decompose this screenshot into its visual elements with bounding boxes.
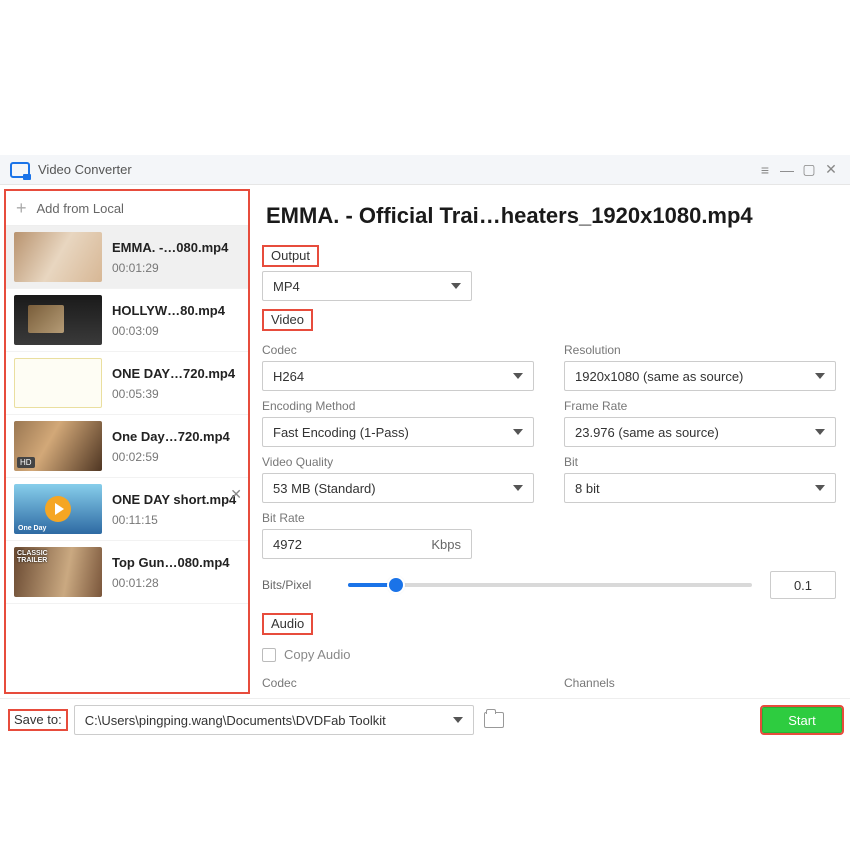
output-format-select[interactable]: MP4: [262, 271, 472, 301]
add-from-local-button[interactable]: + Add from Local: [6, 191, 248, 226]
menu-icon[interactable]: ≡: [756, 162, 774, 178]
chevron-down-icon: [815, 373, 825, 379]
file-item[interactable]: One Day ONE DAY short.mp4 00:11:15 ✕: [6, 478, 248, 541]
footer-bar: Save to: C:\Users\pingping.wang\Document…: [0, 698, 850, 741]
section-video: Video: [262, 309, 313, 331]
file-name: Top Gun…080.mp4: [112, 555, 230, 570]
start-button[interactable]: Start: [762, 707, 842, 733]
encoding-label: Encoding Method: [262, 399, 534, 413]
app-title: Video Converter: [38, 162, 132, 177]
file-name: ONE DAY short.mp4: [112, 492, 236, 507]
file-name: ONE DAY…720.mp4: [112, 366, 235, 381]
chevron-down-icon: [453, 717, 463, 723]
section-audio: Audio: [262, 613, 313, 635]
titlebar: Video Converter ≡ — ▢ ✕: [0, 155, 850, 185]
settings-panel: EMMA. - Official Trai…heaters_1920x1080.…: [256, 185, 850, 694]
framerate-label: Frame Rate: [564, 399, 836, 413]
slider-knob-icon[interactable]: [389, 578, 403, 592]
file-item[interactable]: HOLLYW…80.mp4 00:03:09: [6, 289, 248, 352]
chevron-down-icon: [513, 429, 523, 435]
file-duration: 00:03:09: [112, 324, 225, 338]
add-local-label: Add from Local: [37, 201, 124, 216]
encoding-select[interactable]: Fast Encoding (1-Pass): [262, 417, 534, 447]
bitrate-label: Bit Rate: [262, 511, 836, 525]
framerate-select[interactable]: 23.976 (same as source): [564, 417, 836, 447]
close-icon[interactable]: ✕: [822, 161, 840, 178]
file-duration: 00:05:39: [112, 387, 235, 401]
bit-select[interactable]: 8 bit: [564, 473, 836, 503]
copy-audio-checkbox[interactable]: Copy Audio: [262, 647, 836, 662]
save-to-label: Save to:: [8, 709, 68, 731]
maximize-icon[interactable]: ▢: [800, 161, 818, 178]
channels-label: Channels: [564, 676, 836, 690]
file-duration: 00:02:59: [112, 450, 230, 464]
resolution-select[interactable]: 1920x1080 (same as source): [564, 361, 836, 391]
file-name: EMMA. -…080.mp4: [112, 240, 228, 255]
file-item[interactable]: One Day…720.mp4 00:02:59: [6, 415, 248, 478]
thumbnail-icon: One Day: [14, 484, 102, 534]
app-logo-icon: [10, 162, 30, 178]
browse-folder-icon[interactable]: [484, 712, 504, 728]
file-item[interactable]: ONE DAY…720.mp4 00:05:39: [6, 352, 248, 415]
chevron-down-icon: [451, 283, 461, 289]
save-path-select[interactable]: C:\Users\pingping.wang\Documents\DVDFab …: [74, 705, 474, 735]
bitrate-input[interactable]: 4972Kbps: [262, 529, 472, 559]
bpp-label: Bits/Pixel: [262, 578, 330, 592]
codec-label: Codec: [262, 343, 534, 357]
checkbox-icon[interactable]: [262, 648, 276, 662]
chevron-down-icon: [815, 485, 825, 491]
chevron-down-icon: [513, 373, 523, 379]
bit-label: Bit: [564, 455, 836, 469]
resolution-label: Resolution: [564, 343, 836, 357]
bpp-slider[interactable]: [348, 576, 752, 594]
codec-select[interactable]: H264: [262, 361, 534, 391]
file-item[interactable]: EMMA. -…080.mp4 00:01:29: [6, 226, 248, 289]
file-duration: 00:01:28: [112, 576, 230, 590]
current-file-title: EMMA. - Official Trai…heaters_1920x1080.…: [266, 203, 836, 229]
remove-file-icon[interactable]: ✕: [230, 486, 242, 503]
bitrate-unit: Kbps: [431, 537, 461, 552]
thumbnail-icon: [14, 232, 102, 282]
section-output: Output: [262, 245, 319, 267]
thumbnail-icon: [14, 295, 102, 345]
quality-select[interactable]: 53 MB (Standard): [262, 473, 534, 503]
file-duration: 00:01:29: [112, 261, 228, 275]
file-sidebar: + Add from Local EMMA. -…080.mp4 00:01:29…: [4, 189, 250, 694]
minimize-icon[interactable]: —: [778, 162, 796, 178]
chevron-down-icon: [513, 485, 523, 491]
quality-label: Video Quality: [262, 455, 534, 469]
thumbnail-icon: [14, 358, 102, 408]
file-item[interactable]: Top Gun…080.mp4 00:01:28: [6, 541, 248, 604]
bpp-value[interactable]: 0.1: [770, 571, 836, 599]
plus-icon: +: [16, 199, 27, 217]
audio-codec-label: Codec: [262, 676, 534, 690]
thumbnail-icon: [14, 421, 102, 471]
chevron-down-icon: [815, 429, 825, 435]
file-duration: 00:11:15: [112, 513, 236, 527]
thumbnail-icon: [14, 547, 102, 597]
file-name: One Day…720.mp4: [112, 429, 230, 444]
file-name: HOLLYW…80.mp4: [112, 303, 225, 318]
